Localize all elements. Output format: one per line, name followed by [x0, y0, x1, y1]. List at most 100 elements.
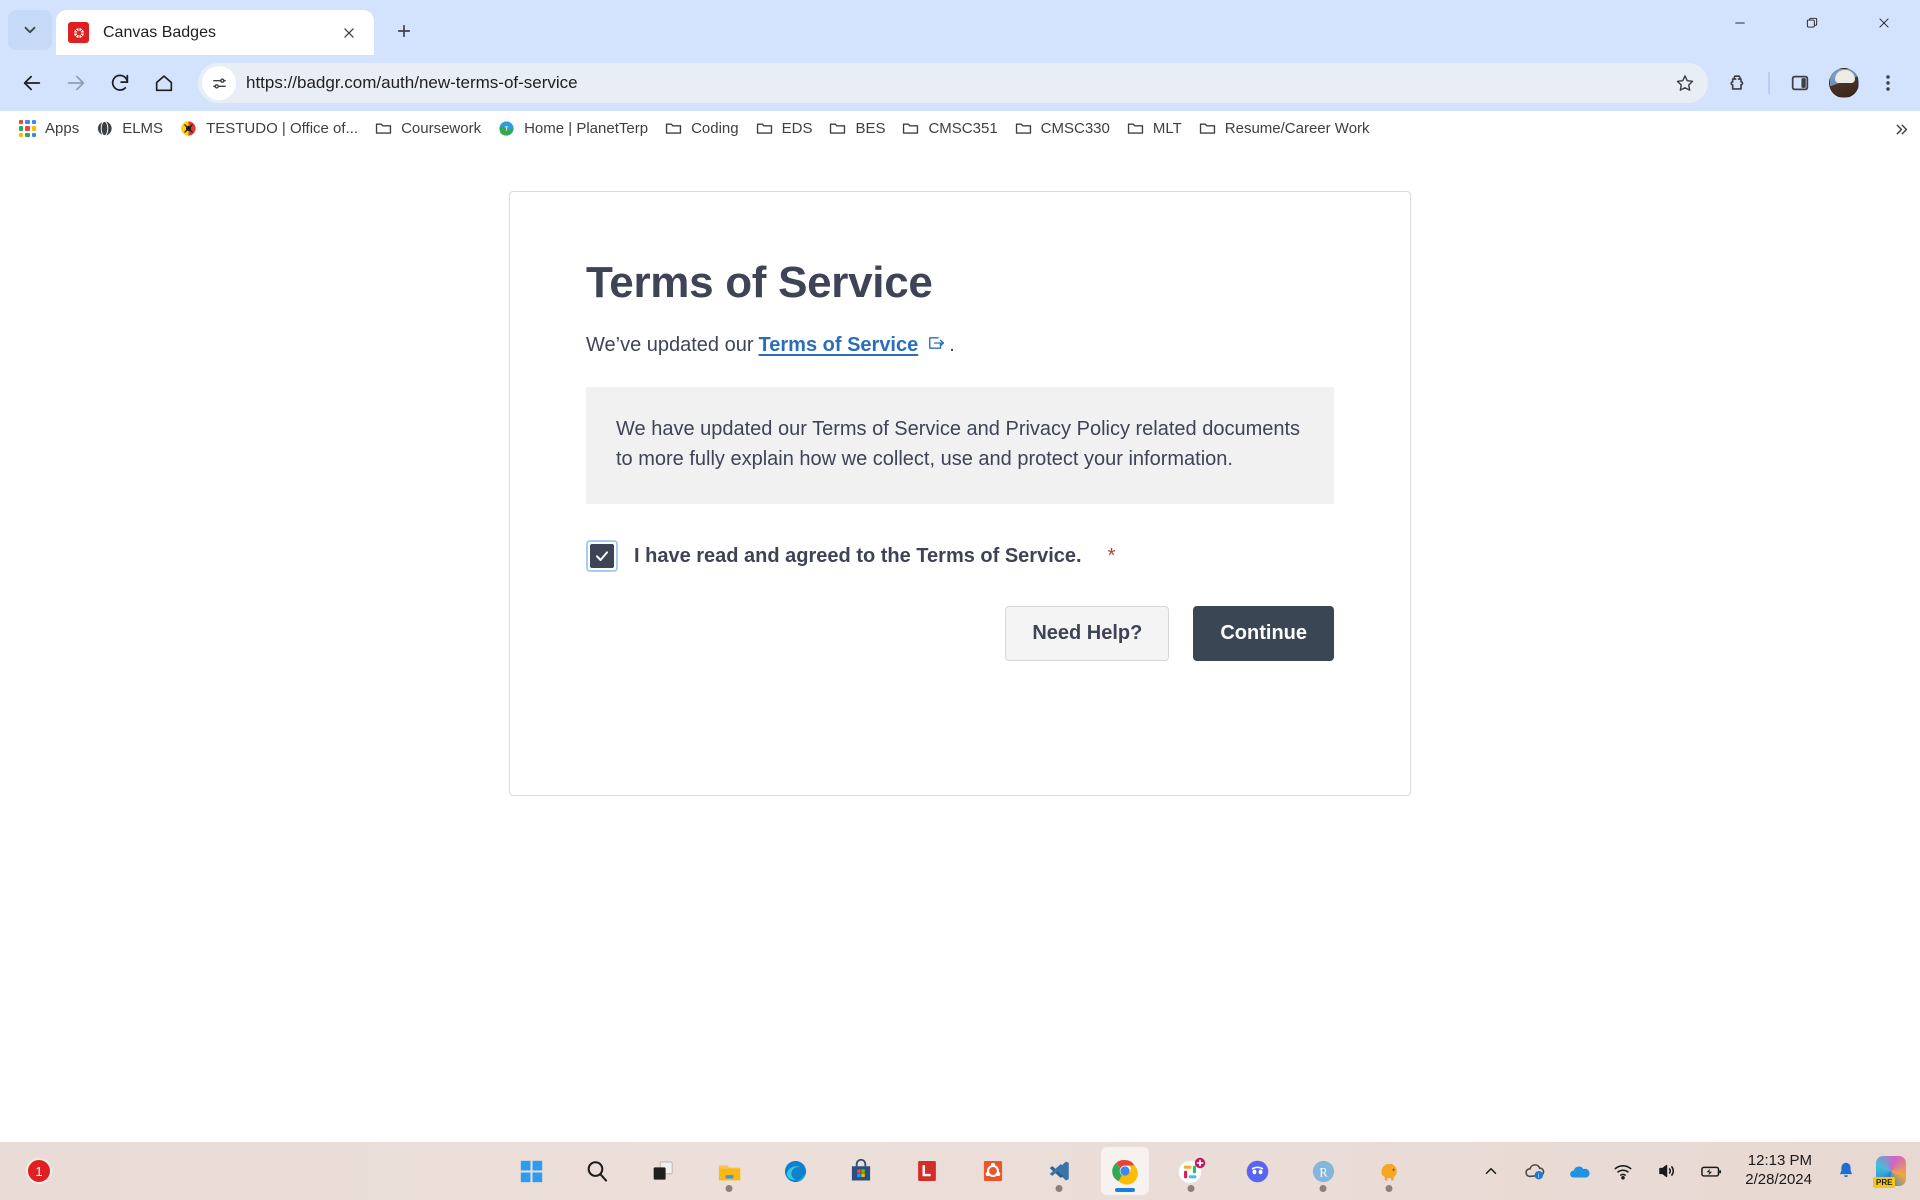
- bookmark-label: TESTUDO | Office of...: [206, 120, 359, 137]
- search-icon: [587, 1161, 608, 1182]
- bookmark-resume-career-work[interactable]: Resume/Career Work: [1190, 114, 1378, 143]
- reload-button[interactable]: [100, 63, 140, 103]
- folder-icon: [374, 119, 393, 138]
- forward-button[interactable]: [56, 63, 96, 103]
- onedrive-icon[interactable]: [1565, 1157, 1593, 1185]
- bookmark-testudo[interactable]: TESTUDO | Office of...: [171, 114, 366, 143]
- tab-title: Canvas Badges: [103, 23, 216, 41]
- browser-tab[interactable]: Canvas Badges: [56, 10, 374, 55]
- close-window-button[interactable]: [1848, 0, 1920, 46]
- arrow-right-icon: [67, 75, 85, 91]
- cloud-info-icon[interactable]: i: [1521, 1157, 1549, 1185]
- bookmark-eds[interactable]: EDS: [747, 114, 821, 143]
- windows-taskbar: 1 R i 12:13 PM 2/28/2024 PRE: [0, 1142, 1920, 1200]
- microsoft-store-icon: [851, 1158, 871, 1181]
- address-bar[interactable]: https://badgr.com/auth/new-terms-of-serv…: [198, 63, 1708, 103]
- globe-glyph: [97, 120, 112, 137]
- running-indicator: [1055, 1185, 1063, 1192]
- avatar[interactable]: [1829, 68, 1859, 98]
- microsoft-edge-button[interactable]: [771, 1147, 819, 1195]
- ubuntu-button[interactable]: [969, 1147, 1017, 1195]
- new-tab-button[interactable]: [384, 11, 424, 51]
- bookmark-cmsc351[interactable]: CMSC351: [893, 114, 1005, 143]
- notification-badge[interactable]: 1: [26, 1158, 52, 1184]
- ubuntu-icon: [983, 1161, 1003, 1181]
- profile-button[interactable]: [1824, 63, 1864, 103]
- task-view-button[interactable]: [639, 1147, 687, 1195]
- continue-button[interactable]: Continue: [1193, 606, 1334, 662]
- bookmark-elms[interactable]: ELMS: [87, 114, 171, 143]
- folder-icon: [664, 119, 683, 138]
- copilot-icon[interactable]: [1873, 1156, 1906, 1188]
- bookmark-star-icon[interactable]: [1668, 66, 1702, 100]
- lastpass-icon: [918, 1161, 936, 1181]
- bookmark-label: EDS: [781, 120, 813, 137]
- bookmark-planetterp[interactable]: T Home | PlanetTerp: [489, 114, 656, 143]
- bookmark-label: ELMS: [122, 120, 164, 137]
- need-help-button[interactable]: Need Help?: [1005, 606, 1170, 662]
- site-info-icon[interactable]: [202, 66, 236, 100]
- subtitle-row: We’ve updated our Terms of Service .: [586, 334, 1334, 357]
- notifications-bell-icon[interactable]: [1832, 1157, 1860, 1185]
- running-indicator: [1385, 1185, 1393, 1192]
- chrome-menu-button[interactable]: [1868, 63, 1908, 103]
- speaker-icon: [1659, 1164, 1675, 1178]
- lastpass-button[interactable]: [903, 1147, 951, 1195]
- agree-checkbox[interactable]: [586, 540, 618, 573]
- show-hidden-icons-button[interactable]: [1477, 1157, 1505, 1185]
- google-chrome-button[interactable]: [1101, 1147, 1149, 1195]
- page-title: Terms of Service: [586, 258, 933, 307]
- discord-button[interactable]: [1233, 1147, 1281, 1195]
- taskbar-clock[interactable]: 12:13 PM 2/28/2024: [1741, 1152, 1816, 1190]
- bookmark-label: Home | PlanetTerp: [524, 120, 649, 137]
- task-view-icon: [653, 1161, 673, 1180]
- chevron-double-right-icon: [1896, 124, 1907, 134]
- start-button[interactable]: [507, 1147, 555, 1195]
- bookmark-coursework[interactable]: Coursework: [366, 114, 489, 143]
- svg-text:T: T: [505, 127, 509, 133]
- minimize-button[interactable]: [1704, 0, 1776, 46]
- external-link-icon[interactable]: [927, 335, 946, 351]
- bookmark-mlt[interactable]: MLT: [1118, 114, 1190, 143]
- terms-of-service-link[interactable]: Terms of Service: [759, 334, 919, 357]
- bookmarks-overflow-button[interactable]: [1888, 116, 1914, 142]
- side-panel-button[interactable]: [1780, 63, 1820, 103]
- url-text[interactable]: https://badgr.com/auth/new-terms-of-serv…: [246, 73, 1668, 93]
- chevron-down-icon: [24, 26, 36, 34]
- wifi-icon[interactable]: [1609, 1157, 1637, 1185]
- microsoft-store-button[interactable]: [837, 1147, 885, 1195]
- file-explorer-button[interactable]: [705, 1147, 753, 1195]
- bookmark-apps[interactable]: Apps: [10, 114, 87, 143]
- bookmark-bes[interactable]: BES: [820, 114, 893, 143]
- reload-icon: [111, 74, 129, 91]
- svg-text:i: i: [1538, 1172, 1540, 1179]
- required-marker: *: [1107, 544, 1116, 567]
- terms-of-service-card: Terms of Service We’ve updated our Terms…: [509, 191, 1411, 796]
- close-tab-icon[interactable]: [336, 20, 362, 46]
- rstudio-button[interactable]: R: [1299, 1147, 1347, 1195]
- bookmark-label: Apps: [45, 120, 80, 137]
- running-indicator: [1319, 1185, 1327, 1192]
- bookmark-coding[interactable]: Coding: [656, 114, 747, 143]
- network-wifi-icon: [1614, 1165, 1632, 1180]
- battery-icon[interactable]: [1697, 1157, 1725, 1185]
- back-button[interactable]: [12, 63, 52, 103]
- extensions-puzzle-icon: [1730, 75, 1744, 90]
- vscode-button[interactable]: [1035, 1147, 1083, 1195]
- extensions-button[interactable]: [1718, 63, 1758, 103]
- toolbar-divider: [1768, 72, 1770, 94]
- home-button[interactable]: [144, 63, 184, 103]
- volume-icon[interactable]: [1653, 1157, 1681, 1185]
- bookmark-cmsc330[interactable]: CMSC330: [1006, 114, 1118, 143]
- search-button[interactable]: [573, 1147, 621, 1195]
- chevron-up-icon: [1486, 1168, 1497, 1174]
- tab-search-button[interactable]: [8, 10, 52, 50]
- cloud-status-icon: i: [1525, 1164, 1545, 1180]
- planetterp-icon: T: [497, 119, 516, 138]
- maximize-button[interactable]: [1776, 0, 1848, 46]
- agreement-label: I have read and agreed to the Terms of S…: [634, 544, 1082, 567]
- folder-icon: [1198, 119, 1217, 138]
- slack-button[interactable]: [1167, 1147, 1215, 1195]
- postgresql-button[interactable]: [1365, 1147, 1413, 1195]
- clock-date: 2/28/2024: [1745, 1171, 1812, 1188]
